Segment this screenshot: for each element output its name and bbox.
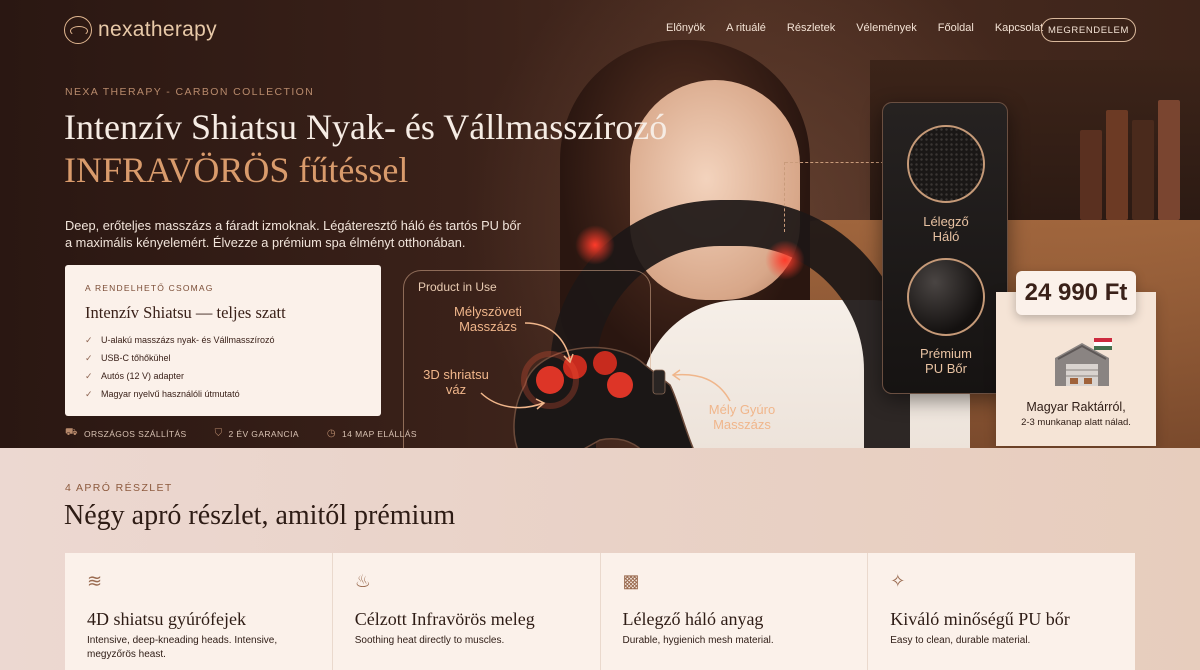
warehouse-icon <box>1055 338 1112 386</box>
book <box>1080 130 1102 220</box>
list-item-label: USB-C tőhőkühel <box>101 353 171 363</box>
list-item: ✓ USB-C tőhőkühel <box>85 349 361 367</box>
check-icon: ✓ <box>85 370 93 381</box>
feature-cards: ≋ 4D shiatsu gyúrófejek Intensive, deep-… <box>65 553 1135 670</box>
package-eyebrow: A RENDELHETŐ CSOMAG <box>85 283 214 293</box>
feature-card: ♨ Célzott Infravörös meleg Soothing heat… <box>332 553 601 670</box>
leather-icon: ✧ <box>890 571 906 591</box>
product-in-use-label: Product in Use <box>418 280 497 294</box>
waves-icon: ≋ <box>87 571 103 591</box>
details-eyebrow: 4 APRÓ RÉSZLET <box>65 482 173 494</box>
leather-label: Prémium PU Bőr <box>883 346 1009 376</box>
nav-item-fooldal[interactable]: Főoldal <box>938 22 974 34</box>
red-glow <box>765 240 805 280</box>
order-button[interactable]: MEGRENDELEM <box>1041 18 1136 42</box>
connector-line <box>784 162 785 232</box>
check-icon: ✓ <box>85 352 93 363</box>
feature-desc: Intensive, deep-kneading heads. Intensiv… <box>87 635 278 660</box>
feature-title: Lélegző háló anyag <box>622 609 764 629</box>
feature-card: ✧ Kiváló minőségű PU bőr Easy to clean, … <box>868 553 1135 670</box>
package-list: ✓ U-alakú masszázs nyak- és Vállmasszíroz… <box>85 331 361 403</box>
hero-title: Intenzív Shiatsu Nyak- és Vállmasszírozó <box>64 107 668 147</box>
main-nav: Előnyök A rituálé Részletek Vélemények F… <box>666 22 1043 34</box>
callout-3d-frame: 3D shriatsu váz <box>420 367 492 397</box>
feature-desc: Soothing heat directly to muscles. <box>354 635 505 646</box>
arrow-icon <box>671 369 731 402</box>
mesh-label: Lélegző Háló <box>883 214 1009 244</box>
leather-swatch <box>907 258 985 336</box>
hero-description: Deep, erőteljes masszázs a fáradt izmokn… <box>65 218 521 250</box>
package-card: A RENDELHETŐ CSOMAG Intenzív Shiatsu — t… <box>65 265 381 416</box>
top-navigation: nexatherapy Előnyök A rituálé Részletek … <box>0 0 1200 62</box>
feature-desc: Easy to clean, durable material. <box>890 635 1031 646</box>
feature-card: ▩ Lélegző háló anyag Durable, hygienich … <box>600 553 869 670</box>
flame-icon: ♨ <box>354 571 371 591</box>
logo-icon <box>64 16 92 44</box>
nav-item-ritual[interactable]: A rituálé <box>726 22 766 34</box>
list-item-label: U-alakú masszázs nyak- és Vállmasszírozó <box>101 335 275 345</box>
materials-panel: Lélegző Háló Prémium PU Bőr <box>882 102 1008 394</box>
feature-title: Kiváló minőségű PU bőr <box>890 609 1070 629</box>
feature-desc: Durable, hygienich mesh material. <box>622 635 774 646</box>
nav-item-velemenyek[interactable]: Vélemények <box>856 22 917 34</box>
shield-icon: ⛉ <box>214 428 223 439</box>
nav-item-kapcsolat[interactable]: Kapcsolat <box>995 22 1043 34</box>
brand-logo[interactable]: nexatherapy <box>64 16 217 44</box>
mesh-label-text: Lélegző Háló <box>923 214 969 244</box>
connector-line <box>785 162 889 163</box>
leather-label-text: Prémium PU Bőr <box>919 346 972 376</box>
list-item: ✓ U-alakú masszázs nyak- és Vállmasszíroz… <box>85 331 361 349</box>
callout-text: Mély Gyúro Masszázs <box>708 402 776 432</box>
warehouse-title: Magyar Raktárról, <box>1026 400 1126 414</box>
warehouse-card: Magyar Raktárról, 2-3 munkanap alatt nál… <box>996 292 1156 446</box>
list-item-label: Magyar nyelvű használóli útmutató <box>101 389 240 399</box>
timer-icon: ◷ <box>326 428 337 439</box>
trust-label: 2 ÉV GARANCIA <box>228 428 299 439</box>
mesh-swatch <box>907 125 985 203</box>
hero-title-accent: INFRAVÖRÖS fűtéssel <box>64 150 409 190</box>
brand-name: nexatherapy <box>98 18 217 41</box>
book <box>1106 110 1128 220</box>
trust-label: ORSZÁGOS SZÁLLÍTÁS <box>83 428 187 439</box>
nav-item-reszletek[interactable]: Részletek <box>787 22 835 34</box>
feature-title: Célzott Infravörös meleg <box>354 609 535 629</box>
check-icon: ✓ <box>85 388 93 399</box>
book <box>1158 100 1180 220</box>
feature-title: 4D shiatsu gyúrófejek <box>87 609 246 629</box>
details-title: Négy apró részlet, amitől prémium <box>64 500 456 531</box>
mesh-icon: ▩ <box>622 571 640 591</box>
trust-shipping: ⛟ ORSZÁGOS SZÁLLÍTÁS <box>65 427 187 440</box>
list-item: ✓ Magyar nyelvű használóli útmutató <box>85 385 361 403</box>
trust-warranty: ⛉ 2 ÉV GARANCIA <box>215 427 299 440</box>
check-icon: ✓ <box>85 334 93 345</box>
package-title: Intenzív Shiatsu — teljes szatt <box>85 303 286 322</box>
list-item: ✓ Autós (12 V) adapter <box>85 367 361 385</box>
list-item-label: Autós (12 V) adapter <box>101 371 185 381</box>
callout-text: 3D shriatsu váz <box>423 367 489 397</box>
red-glow <box>575 225 615 265</box>
callout-text: Mélyszöveti Masszázs <box>454 304 522 334</box>
nav-item-elonyok[interactable]: Előnyök <box>666 22 705 34</box>
feature-card: ≋ 4D shiatsu gyúrófejek Intensive, deep-… <box>65 553 333 670</box>
callout-kneading: Mély Gyúro Masszázs <box>700 402 784 432</box>
callout-deep-tissue: Mélyszöveti Masszázs <box>443 304 533 334</box>
hero-eyebrow: NEXA THERAPY - CARBON COLLECTION <box>65 86 315 98</box>
warehouse-subtitle: 2-3 munkanap alatt nálad. <box>1021 417 1131 428</box>
truck-icon: ⛟ <box>65 427 78 438</box>
price-tag: 24 990 Ft <box>1016 271 1136 315</box>
trust-badges: ⛟ ORSZÁGOS SZÁLLÍTÁS ⛉ 2 ÉV GARANCIA ◷ 14 M… <box>65 427 417 440</box>
book <box>1132 120 1154 220</box>
